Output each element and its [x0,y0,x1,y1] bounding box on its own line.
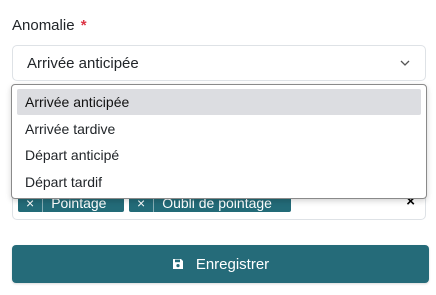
save-button-label: Enregistrer [195,255,270,273]
option-arrivee-anticipee[interactable]: Arrivée anticipée [17,89,421,115]
anomalie-label: Anomalie * [12,17,87,34]
save-icon [172,258,184,270]
required-mark: * [80,17,87,34]
save-button[interactable]: Enregistrer [12,245,429,283]
anomalie-dropdown: Arrivée anticipée Arrivée tardive Départ… [11,84,427,199]
chevron-down-icon [399,57,411,69]
anomalie-select[interactable]: Arrivée anticipée [12,45,426,81]
option-arrivee-tardive[interactable]: Arrivée tardive [17,116,421,142]
anomalie-label-text: Anomalie [12,17,75,34]
anomalie-select-value: Arrivée anticipée [27,54,139,72]
option-depart-anticipe[interactable]: Départ anticipé [17,142,421,168]
option-depart-tardif[interactable]: Départ tardif [17,169,421,195]
